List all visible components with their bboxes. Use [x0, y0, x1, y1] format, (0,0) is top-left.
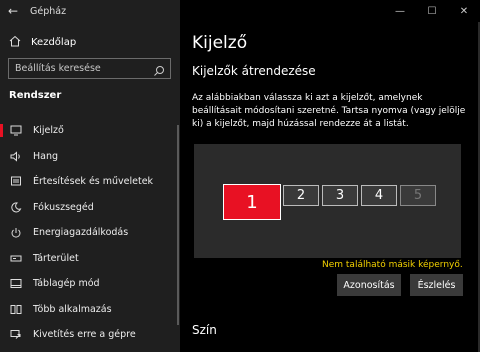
sidebar-item-label: Táblagép mód [33, 278, 100, 290]
notification-icon [9, 176, 23, 187]
page-title: Kijelző [192, 33, 248, 53]
search-box[interactable] [8, 58, 171, 79]
detect-button[interactable]: Észlelés [410, 274, 463, 296]
back-button[interactable]: ← [0, 0, 26, 22]
sidebar-item-notifications[interactable]: Értesítések és műveletek [0, 169, 180, 195]
sidebar-item-label: Kivetítés erre a gépre [33, 329, 136, 341]
sidebar-item-label: Értesítések és műveletek [33, 176, 154, 188]
sidebar-item-tablet[interactable]: Táblagép mód [0, 271, 180, 297]
sidebar: Kezdőlap Rendszer Kijelző Hang Értesítés… [0, 0, 180, 352]
monitor-4[interactable]: 4 [361, 185, 397, 206]
storage-icon [9, 253, 23, 264]
display-arrangement-canvas[interactable]: 1 2 3 4 5 [194, 144, 461, 258]
home-icon [9, 35, 23, 50]
sidebar-item-label: Több alkalmazás [33, 303, 112, 315]
speaker-icon [9, 151, 23, 162]
sidebar-item-multitasking[interactable]: Több alkalmazás [0, 297, 180, 323]
tablet-icon [9, 278, 23, 289]
project-icon [9, 329, 23, 340]
home-label: Kezdőlap [31, 36, 77, 48]
sidebar-item-label: Fókuszsegéd [33, 201, 94, 213]
main-content: Kijelző Kijelzők átrendezése Az alábbiak… [180, 22, 480, 352]
display-icon [9, 125, 23, 136]
title-bar: ← Gépház — ☐ ✕ [0, 0, 480, 22]
close-button[interactable]: ✕ [448, 0, 480, 22]
monitor-3[interactable]: 3 [322, 185, 358, 206]
maximize-button[interactable]: ☐ [416, 0, 448, 22]
minimize-button[interactable]: — [384, 0, 416, 22]
sidebar-home[interactable]: Kezdőlap [0, 32, 180, 52]
search-icon[interactable] [153, 62, 165, 81]
warning-text: Nem található másik képernyő. [322, 260, 463, 270]
monitor-5[interactable]: 5 [400, 185, 436, 206]
app-title: Gépház [30, 5, 67, 17]
power-icon [9, 227, 23, 239]
sidebar-item-storage[interactable]: Tárterület [0, 246, 180, 272]
sidebar-item-label: Kijelző [33, 125, 64, 137]
sidebar-item-sound[interactable]: Hang [0, 144, 180, 170]
sidebar-item-label: Energiagazdálkodás [33, 227, 129, 239]
moon-icon [9, 202, 23, 213]
sidebar-item-display[interactable]: Kijelző [0, 118, 180, 144]
color-section-heading: Szín [192, 323, 217, 337]
section-heading: Kijelzők átrendezése [192, 64, 316, 78]
sidebar-scrollbar[interactable] [177, 125, 179, 325]
identify-button[interactable]: Azonosítás [337, 274, 401, 296]
sidebar-item-projecting[interactable]: Kivetítés erre a gépre [0, 322, 180, 348]
sidebar-item-label: Tárterület [33, 252, 79, 264]
section-label: Rendszer [9, 90, 62, 101]
sidebar-item-power[interactable]: Energiagazdálkodás [0, 220, 180, 246]
description-text: Az alábbiakban válassza ki azt a kijelző… [192, 93, 466, 129]
sidebar-item-label: Hang [33, 150, 59, 162]
monitor-1[interactable]: 1 [223, 184, 281, 220]
search-input[interactable] [15, 63, 145, 74]
sidebar-item-focus[interactable]: Fókuszsegéd [0, 195, 180, 221]
window-controls: — ☐ ✕ [384, 0, 480, 22]
multitask-icon [9, 304, 23, 315]
sidebar-nav: Kijelző Hang Értesítések és műveletek Fó… [0, 118, 180, 348]
monitor-2[interactable]: 2 [283, 185, 319, 206]
